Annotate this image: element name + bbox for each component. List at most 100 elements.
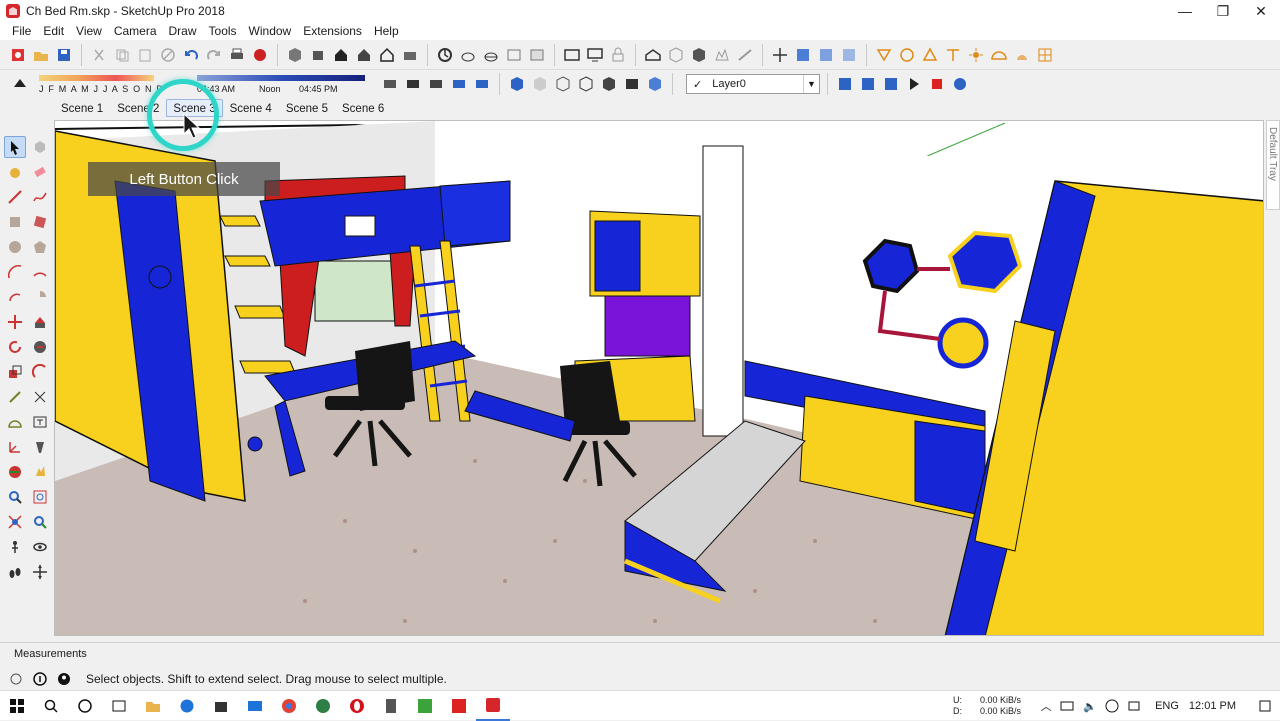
language-indicator[interactable]: ENG xyxy=(1155,700,1179,712)
user-account-icon[interactable] xyxy=(56,671,72,687)
follow-me-tool-icon[interactable] xyxy=(29,336,51,358)
menu-window[interactable]: Window xyxy=(243,24,298,38)
dome-icon[interactable] xyxy=(989,45,1009,65)
skin-plugin-icon[interactable] xyxy=(835,74,855,94)
grid-icon[interactable] xyxy=(1035,45,1055,65)
teapot-icon[interactable] xyxy=(458,45,478,65)
cube-top-icon[interactable] xyxy=(530,74,550,94)
rotated-rectangle-icon[interactable] xyxy=(29,211,51,233)
redo-icon[interactable] xyxy=(204,45,224,65)
file-explorer-icon[interactable] xyxy=(136,691,170,721)
circle-draw-icon[interactable] xyxy=(4,236,26,258)
smoove-icon[interactable] xyxy=(735,45,755,65)
cube-right-icon[interactable] xyxy=(576,74,596,94)
circle-tool-icon[interactable] xyxy=(897,45,917,65)
polygon-tool-icon[interactable] xyxy=(29,236,51,258)
geo-location-icon[interactable] xyxy=(8,671,24,687)
top-view-icon[interactable] xyxy=(308,45,328,65)
extension-warehouse-icon[interactable] xyxy=(689,45,709,65)
back-view-icon[interactable] xyxy=(377,45,397,65)
orbit-tool-icon[interactable] xyxy=(4,461,26,483)
iso-view-icon[interactable] xyxy=(285,45,305,65)
pie-tool-icon[interactable] xyxy=(29,286,51,308)
notifications-icon[interactable] xyxy=(1250,691,1280,721)
menu-edit[interactable]: Edit xyxy=(37,24,70,38)
play-icon[interactable] xyxy=(904,74,924,94)
walk-tool-icon[interactable] xyxy=(4,561,26,583)
scale-tool-icon[interactable] xyxy=(4,361,26,383)
erase-icon[interactable] xyxy=(158,45,178,65)
model-viewport[interactable] xyxy=(54,120,1264,636)
menu-tools[interactable]: Tools xyxy=(203,24,243,38)
layer-dropdown[interactable]: ✓ Layer0 ▼ xyxy=(686,74,820,94)
freehand-icon[interactable] xyxy=(29,186,51,208)
window-panel-icon[interactable] xyxy=(562,45,582,65)
cube-front-icon[interactable] xyxy=(553,74,573,94)
zoom-window-icon[interactable] xyxy=(29,486,51,508)
warehouse-icon[interactable] xyxy=(643,45,663,65)
open-icon[interactable] xyxy=(31,45,51,65)
undo-icon[interactable] xyxy=(181,45,201,65)
tab-scene-4[interactable]: Scene 4 xyxy=(223,99,279,117)
protractor-tool-icon[interactable] xyxy=(4,411,26,433)
previous-view-icon[interactable] xyxy=(29,511,51,533)
paint-bucket-icon[interactable] xyxy=(4,161,26,183)
position-camera-icon[interactable] xyxy=(4,536,26,558)
mono-style-icon[interactable] xyxy=(472,74,492,94)
chrome-icon[interactable] xyxy=(272,691,306,721)
axes-tool-icon[interactable] xyxy=(4,436,26,458)
make-component-icon[interactable] xyxy=(29,136,51,158)
cube-back-icon[interactable] xyxy=(599,74,619,94)
save-icon[interactable] xyxy=(54,45,74,65)
look-around-icon[interactable] xyxy=(29,536,51,558)
print-icon[interactable] xyxy=(227,45,247,65)
firefox-icon[interactable] xyxy=(306,691,340,721)
new-model-icon[interactable] xyxy=(8,45,28,65)
right-view-icon[interactable] xyxy=(354,45,374,65)
task-view-icon[interactable] xyxy=(102,691,136,721)
eraser-icon[interactable] xyxy=(29,161,51,183)
move-tool-icon[interactable] xyxy=(4,311,26,333)
stop-icon[interactable] xyxy=(927,74,947,94)
time-slider[interactable]: 06:43 AM Noon 04:45 PM xyxy=(197,73,367,95)
close-button[interactable]: ✕ xyxy=(1242,0,1280,22)
line-tool-icon[interactable] xyxy=(4,186,26,208)
follow-me-icon[interactable] xyxy=(874,45,894,65)
menu-draw[interactable]: Draw xyxy=(163,24,203,38)
offset-tool-icon[interactable] xyxy=(29,361,51,383)
tab-scene-1[interactable]: Scene 1 xyxy=(54,99,110,117)
tab-scene-6[interactable]: Scene 6 xyxy=(335,99,391,117)
half-dome-icon[interactable] xyxy=(1012,45,1032,65)
zoom-tool-icon[interactable] xyxy=(4,486,26,508)
cortana-icon[interactable] xyxy=(68,691,102,721)
globe-network-icon[interactable] xyxy=(1101,691,1123,721)
model-info-icon[interactable] xyxy=(250,45,270,65)
menu-extensions[interactable]: Extensions xyxy=(297,24,368,38)
paste-icon[interactable] xyxy=(135,45,155,65)
rotate-tool-icon[interactable] xyxy=(4,336,26,358)
two-point-arc-icon[interactable] xyxy=(29,261,51,283)
zoom-extents-icon[interactable] xyxy=(4,511,26,533)
clock[interactable]: 12:01 PM xyxy=(1189,700,1236,712)
style-icon[interactable] xyxy=(380,74,400,94)
front-view-icon[interactable] xyxy=(331,45,351,65)
chevron-down-icon[interactable]: ▼ xyxy=(803,75,819,93)
component-icon[interactable] xyxy=(666,45,686,65)
menu-file[interactable]: File xyxy=(6,24,37,38)
wireframe-icon[interactable] xyxy=(481,45,501,65)
chevron-up-icon[interactable]: ︿ xyxy=(1035,691,1057,721)
ime-icon[interactable] xyxy=(1123,691,1145,721)
monitor-icon[interactable] xyxy=(585,45,605,65)
sun-icon[interactable] xyxy=(966,45,986,65)
move-axis-icon[interactable] xyxy=(770,45,790,65)
section-plane-icon[interactable] xyxy=(29,561,51,583)
copy-icon[interactable] xyxy=(112,45,132,65)
shadow-toggle-icon[interactable] xyxy=(10,74,30,94)
push-pull-icon[interactable] xyxy=(29,311,51,333)
edge-browser-icon[interactable] xyxy=(170,691,204,721)
tab-scene-5[interactable]: Scene 5 xyxy=(279,99,335,117)
solid-union-icon[interactable] xyxy=(793,45,813,65)
default-tray-tab[interactable]: Default Tray xyxy=(1266,120,1280,210)
left-view-icon[interactable] xyxy=(400,45,420,65)
text-tool-icon[interactable] xyxy=(29,411,51,433)
